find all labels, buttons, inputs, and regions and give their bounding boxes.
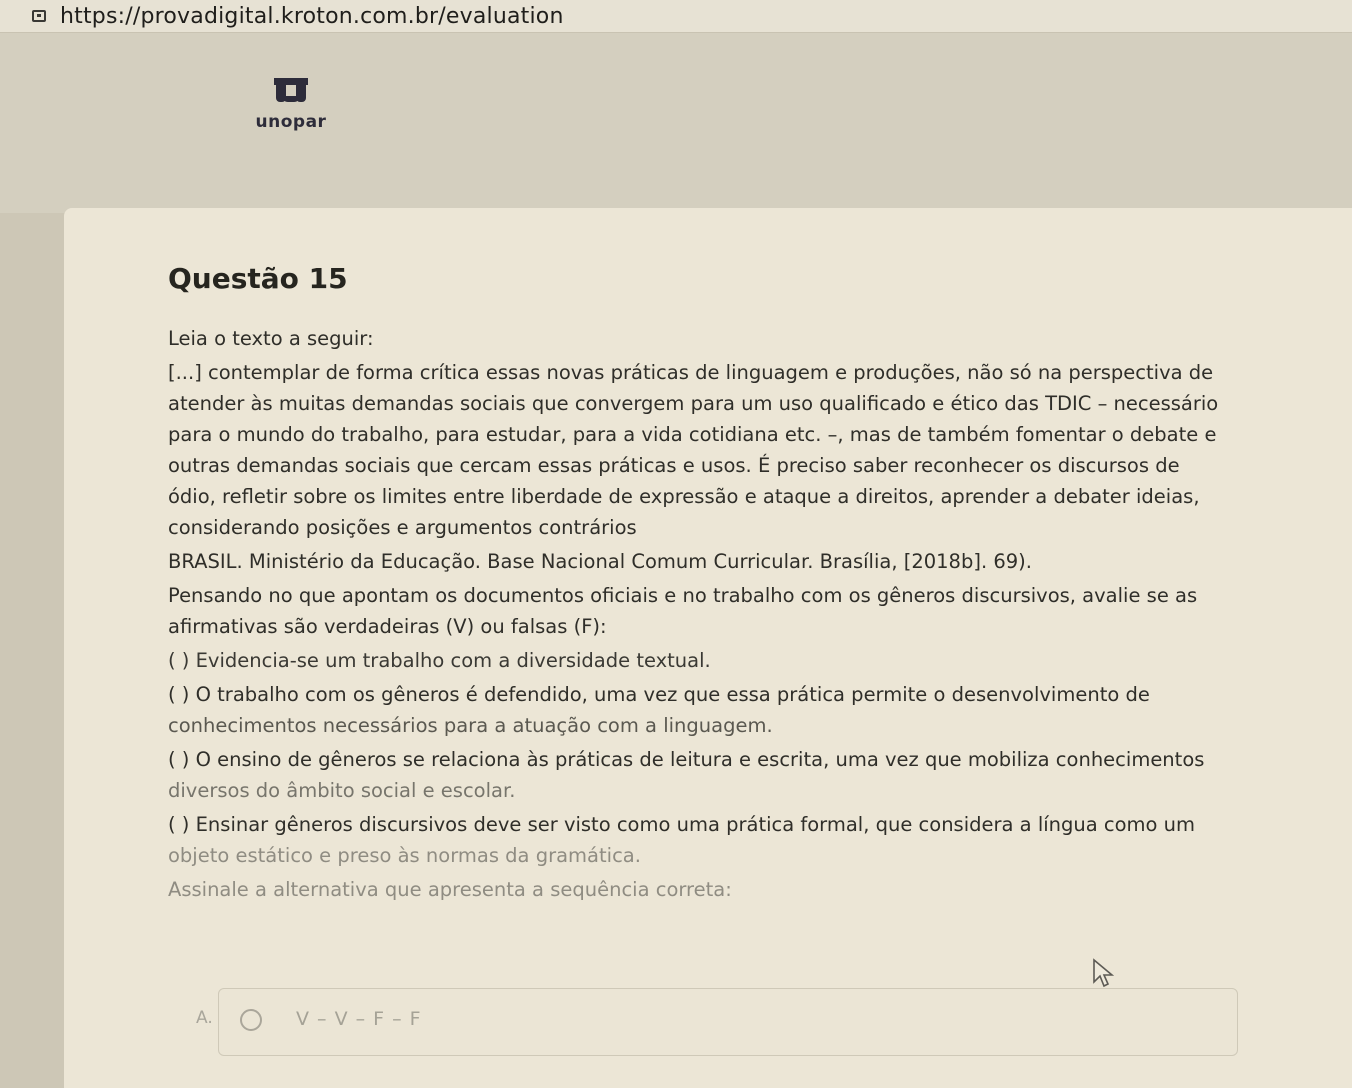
option-a-text[interactable]: V – V – F – F bbox=[296, 1008, 422, 1030]
statement-2: ( ) O trabalho com os gêneros é defendid… bbox=[168, 679, 1308, 741]
quote-line: para o mundo do trabalho, para estudar, … bbox=[168, 423, 1217, 446]
prompt-line: afirmativas são verdadeiras (V) ou falsa… bbox=[168, 615, 607, 638]
quote-line: outras demandas sociais que cercam essas… bbox=[168, 454, 1180, 477]
question-content: Questão 15 Leia o texto a seguir: [...] … bbox=[168, 262, 1308, 908]
statement-3: ( ) O ensino de gêneros se relaciona às … bbox=[168, 744, 1308, 806]
mouse-cursor-icon bbox=[1093, 958, 1114, 988]
page-icon bbox=[32, 10, 46, 22]
unopar-logo: unopar bbox=[246, 78, 336, 132]
question-intro: Leia o texto a seguir: bbox=[168, 327, 374, 350]
question-title: Questão 15 bbox=[168, 262, 348, 295]
statement-line: ( ) Ensinar gêneros discursivos deve ser… bbox=[168, 813, 1196, 836]
statement-line: diversos do âmbito social e escolar. bbox=[168, 779, 516, 802]
prompt-line: Pensando no que apontam os documentos of… bbox=[168, 584, 1198, 607]
option-a-radio[interactable] bbox=[240, 1009, 262, 1031]
statement-1: ( ) Evidencia-se um trabalho com a diver… bbox=[168, 649, 711, 672]
question-prompt: Pensando no que apontam os documentos of… bbox=[168, 580, 1308, 642]
url-text[interactable]: https://provadigital.kroton.com.br/evalu… bbox=[60, 4, 564, 29]
quote-line: [...] contemplar de forma crítica essas … bbox=[168, 361, 1214, 384]
option-a-letter: A. bbox=[196, 1008, 213, 1028]
header-band bbox=[0, 33, 1352, 213]
unopar-logo-icon bbox=[274, 78, 308, 104]
quote-source: BRASIL. Ministério da Educação. Base Nac… bbox=[168, 550, 1032, 573]
logo-text: unopar bbox=[255, 112, 327, 132]
statement-line: conhecimentos necessários para a atuação… bbox=[168, 714, 773, 737]
quote-line: considerando posições e argumentos contr… bbox=[168, 516, 637, 539]
address-bar[interactable]: https://provadigital.kroton.com.br/evalu… bbox=[0, 0, 1352, 33]
statement-4: ( ) Ensinar gêneros discursivos deve ser… bbox=[168, 809, 1308, 871]
quoted-text: [...] contemplar de forma crítica essas … bbox=[168, 357, 1308, 543]
quote-line: ódio, refletir sobre os limites entre li… bbox=[168, 485, 1200, 508]
quote-line: atender às muitas demandas sociais que c… bbox=[168, 392, 1219, 415]
statement-line: ( ) O trabalho com os gêneros é defendid… bbox=[168, 683, 1150, 706]
statement-line: ( ) O ensino de gêneros se relaciona às … bbox=[168, 748, 1205, 771]
question-instruction: Assinale a alternativa que apresenta a s… bbox=[168, 878, 732, 901]
statement-line: objeto estático e preso às normas da gra… bbox=[168, 844, 641, 867]
